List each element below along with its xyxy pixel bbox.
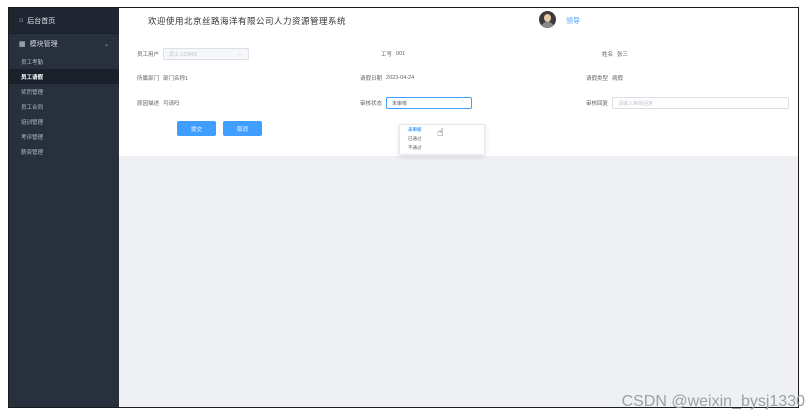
sidebar-home[interactable]: ⌂ 后台首页	[9, 8, 119, 34]
chevron-down-icon: ⌄	[103, 41, 109, 48]
employee-user-value: 员工-123456	[169, 51, 198, 58]
review-reply-placeholder: 请输入审核回复	[618, 100, 654, 107]
review-status-label: 审核状态	[360, 101, 383, 107]
page-title: 欢迎使用北京丝路海洋有限公司人力资源管理系统	[148, 17, 347, 27]
sidebar-item-attendance[interactable]: 员工考勤	[9, 54, 119, 69]
sidebar: ⌂ 后台首页 ▦ 模块管理 ⌄ 员工考勤 员工请假 奖罚管理 员工合同 培训管理…	[9, 8, 119, 407]
sidebar-item-leave[interactable]: 员工请假	[9, 69, 119, 84]
sidebar-item-rewards[interactable]: 奖罚管理	[9, 84, 119, 99]
sidebar-item-label: 员工请假	[21, 74, 44, 81]
review-reply-label: 审核回复	[586, 101, 609, 107]
chevron-down-icon: ⌄	[237, 51, 243, 57]
sidebar-item-label: 薪资管理	[21, 149, 44, 156]
avatar[interactable]	[539, 11, 556, 28]
reason-label: 原因描述	[137, 101, 160, 107]
employee-user-label: 员工用户	[137, 52, 160, 58]
dropdown-option-label: 已通过	[408, 135, 422, 141]
leave-date-value: 2023-04-24	[386, 75, 415, 81]
watermark: CSDN @weixin_bysj1330	[621, 393, 805, 410]
dropdown-option-label: 不通过	[408, 144, 422, 150]
sidebar-item-label: 考评管理	[21, 134, 44, 141]
department-value: 部门名称1	[163, 76, 189, 82]
dropdown-option-label: 未审核	[408, 126, 422, 132]
sidebar-item-training[interactable]: 培训管理	[9, 114, 119, 129]
user-name[interactable]: 领导	[566, 16, 580, 26]
submit-label: 提交	[190, 126, 202, 133]
sidebar-item-label: 员工合同	[21, 104, 44, 111]
name-label: 姓名	[602, 52, 614, 58]
review-status-value: 未审核	[392, 100, 408, 107]
reason-field: 原因描述 可请吗	[137, 99, 180, 107]
review-status-field: 审核状态 未审核 ⌃	[360, 97, 473, 109]
employee-id-label: 工号	[381, 52, 393, 58]
grid-icon: ▦	[19, 41, 26, 48]
name-value: 张三	[617, 52, 629, 58]
sidebar-group-label: 模块管理	[29, 41, 58, 48]
cancel-label: 取消	[236, 126, 248, 133]
review-status-select[interactable]: 未审核 ⌃	[386, 97, 473, 109]
hand-cursor-icon: ☝	[437, 127, 444, 139]
chevron-up-icon: ⌃	[460, 100, 466, 106]
leave-type-label: 请假类型	[586, 76, 609, 82]
employee-id-value: 001	[396, 51, 406, 57]
app-window: ⌂ 后台首页 ▦ 模块管理 ⌄ 员工考勤 员工请假 奖罚管理 员工合同 培训管理…	[8, 7, 799, 408]
employee-user-field: 员工用户 员工-123456 ⌄	[137, 48, 250, 60]
sidebar-item-evaluation[interactable]: 考评管理	[9, 129, 119, 144]
name-field: 姓名 张三	[602, 50, 628, 58]
leave-type-field: 请假类型 病假	[586, 74, 623, 82]
avatar-face	[544, 14, 551, 22]
sidebar-item-label: 员工考勤	[21, 59, 44, 66]
department-label: 所属部门	[137, 76, 160, 82]
leave-date-field: 请假日期 2023-04-24	[360, 74, 414, 82]
sidebar-home-label: 后台首页	[27, 17, 56, 25]
employee-id-field: 工号 001	[381, 50, 405, 58]
sidebar-group-modules[interactable]: ▦ 模块管理 ⌄	[9, 34, 119, 54]
review-reply-input[interactable]: 请输入审核回复	[612, 97, 790, 109]
reason-value: 可请吗	[163, 101, 180, 107]
top-header: 欢迎使用北京丝路海洋有限公司人力资源管理系统 领导	[119, 8, 798, 34]
review-reply-field: 审核回复 请输入审核回复	[586, 97, 790, 109]
avatar-body	[541, 22, 554, 28]
sidebar-item-salary[interactable]: 薪资管理	[9, 144, 119, 159]
leave-type-value: 病假	[612, 76, 624, 82]
department-field: 所属部门 部门名称1	[137, 74, 188, 82]
leave-date-label: 请假日期	[360, 76, 383, 82]
sidebar-item-contract[interactable]: 员工合同	[9, 99, 119, 114]
cancel-button[interactable]: 取消	[223, 121, 262, 136]
employee-user-select[interactable]: 员工-123456 ⌄	[163, 48, 250, 60]
sidebar-item-label: 奖罚管理	[21, 89, 44, 96]
dropdown-option-rejected[interactable]: 不通过	[400, 143, 484, 152]
sidebar-item-label: 培训管理	[21, 119, 44, 126]
home-icon: ⌂	[19, 17, 24, 24]
submit-button[interactable]: 提交	[177, 121, 216, 136]
